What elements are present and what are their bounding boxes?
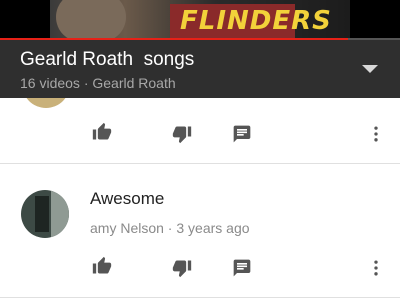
avatar-image-detail (51, 190, 69, 238)
video-frame-face (56, 0, 126, 40)
more-options-button[interactable] (364, 256, 388, 280)
playlist-subtitle: 16 videos · Gearld Roath (20, 75, 176, 91)
dislike-button[interactable] (170, 122, 194, 146)
reply-button[interactable] (230, 122, 254, 146)
divider (0, 297, 400, 298)
dislike-button[interactable] (170, 256, 194, 280)
reply-button[interactable] (230, 256, 254, 280)
thumb-up-icon (92, 256, 112, 274)
avatar[interactable] (21, 190, 69, 238)
video-frame: FLINDERS (50, 0, 350, 40)
app-screen: FLINDERS Gearld Roath songs 16 videos · … (0, 0, 400, 300)
comment-item (0, 118, 400, 164)
thumb-down-icon (172, 126, 192, 144)
more-vert-icon (374, 126, 378, 142)
comment-meta: amy Nelson · 3 years ago (90, 220, 250, 236)
reply-icon (233, 259, 251, 277)
comment-item: Awesome amy Nelson · 3 years ago (0, 164, 400, 298)
more-vert-icon (374, 260, 378, 276)
more-options-button[interactable] (364, 122, 388, 146)
like-button[interactable] (90, 254, 114, 278)
avatar-image-detail (35, 196, 49, 232)
comment-text: Awesome (90, 189, 165, 208)
video-poster-text: FLINDERS (180, 6, 332, 36)
playlist-expand-button[interactable] (352, 54, 388, 84)
playlist-title: Gearld Roath songs (20, 49, 195, 70)
like-button[interactable] (90, 120, 114, 144)
video-player[interactable]: FLINDERS (0, 0, 400, 40)
chevron-down-icon (362, 65, 378, 73)
thumb-up-icon (92, 122, 112, 140)
reply-icon (233, 125, 251, 143)
thumb-down-icon (172, 260, 192, 278)
playlist-header[interactable]: Gearld Roath songs 16 videos · Gearld Ro… (0, 40, 400, 98)
